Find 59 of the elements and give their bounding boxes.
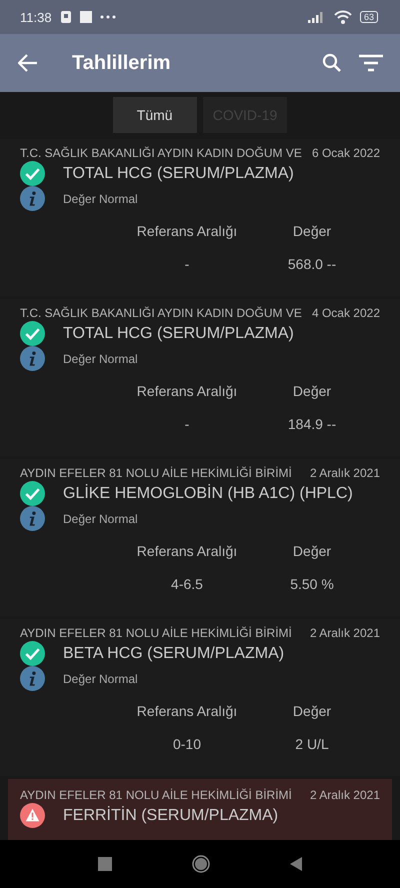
back-arrow-icon [18,54,38,72]
triangle-icon [290,857,302,871]
institution-name: AYDIN EFELER 81 NOLU AİLE HEKİMLİĞİ BİRİMİ [20,625,292,641]
result-date: 2 Aralık 2021 [310,787,380,803]
search-icon [322,53,342,73]
test-name: BETA HCG (SERUM/PLAZMA) [63,644,284,662]
column-header: Referans Aralığı [136,383,238,399]
test-name: TOTAL HCG (SERUM/PLAZMA) [63,164,294,182]
column-header: Değer [292,703,332,719]
test-name: FERRİTİN (SERUM/PLAZMA) [63,806,278,824]
result-value: 5.50 % [290,576,334,592]
status-text: Değer Normal [63,512,138,526]
filter-icon [358,53,384,73]
result-value: 2 U/L [295,736,329,752]
result-date: 4 Ocak 2022 [312,305,380,321]
status-text: Değer Normal [63,672,138,686]
square-notification-icon [80,11,92,23]
column-header: Referans Aralığı [136,703,238,719]
warning-icon [20,803,45,828]
test-name: GLİKE HEMOGLOBİN (HB A1C) (HPLC) [63,484,353,502]
result-date: 2 Aralık 2021 [310,625,380,641]
result-value: 184.9 -- [288,416,336,432]
more-notifications-icon [100,15,116,19]
check-icon [20,641,45,666]
check-icon [20,321,45,346]
info-icon [20,346,45,371]
column-header: Değer [292,543,332,559]
result-date: 2 Aralık 2021 [310,465,380,481]
column-header: Değer [292,383,332,399]
filter-tab[interactable]: Tümü [112,97,197,133]
app-notification-icon [60,10,72,24]
institution-name: AYDIN EFELER 81 NOLU AİLE HEKİMLİĞİ BİRİMİ [20,787,292,803]
reference-range: 0-10 [172,736,202,752]
institution-name: AYDIN EFELER 81 NOLU AİLE HEKİMLİĞİ BİRİMİ [20,465,292,481]
reference-range: 4-6.5 [171,576,203,592]
column-header: Değer [292,223,332,239]
institution-name: T.C. SAĞLIK BAKANLIĞI AYDIN KADIN DOĞUM VE [20,145,302,161]
status-text: Değer Normal [63,192,138,206]
info-icon [20,186,45,211]
reference-range: - [184,256,190,272]
institution-name: T.C. SAĞLIK BAKANLIĞI AYDIN KADIN DOĞUM VE [20,305,302,321]
test-name: TOTAL HCG (SERUM/PLAZMA) [63,324,294,342]
check-icon [20,481,45,506]
circle-icon [192,855,210,873]
column-header: Referans Aralığı [136,223,238,239]
battery-indicator: 63 [360,11,378,23]
check-icon [20,161,45,186]
column-header: Referans Aralığı [136,543,238,559]
square-icon [98,857,112,871]
info-icon [20,506,45,531]
status-time: 11:38 [20,10,52,24]
result-date: 6 Ocak 2022 [312,145,380,161]
result-card[interactable]: AYDIN EFELER 81 NOLU AİLE HEKİMLİĞİ BİRİMİ 2 Aralık 2021 FERRİTİN (SERUM/PLAZMA) [8,779,392,840]
info-icon [20,666,45,691]
reference-range: - [184,416,190,432]
screen-title: Tahlillerim [72,52,172,74]
result-value: 568.0 -- [288,256,336,272]
wifi-icon [334,10,352,24]
status-text: Değer Normal [63,352,138,366]
